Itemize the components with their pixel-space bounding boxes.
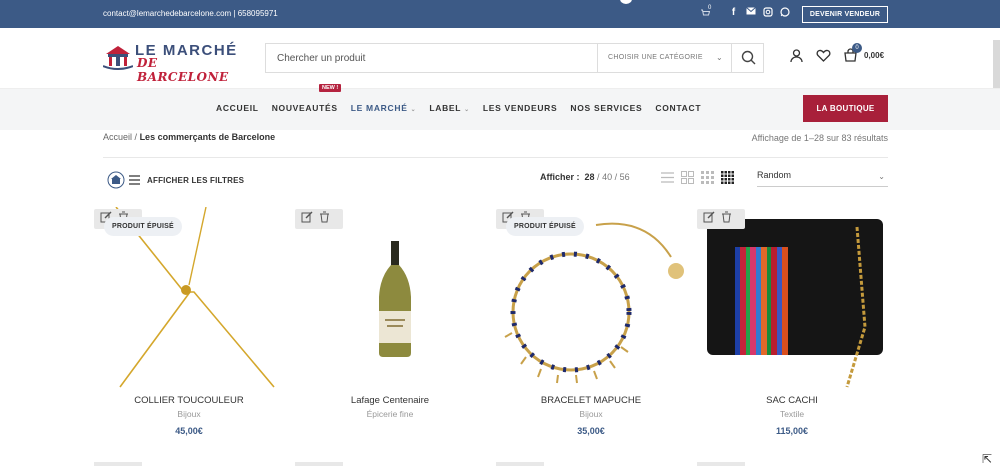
trash-icon[interactable] — [721, 210, 732, 228]
facebook-icon[interactable]: f — [728, 7, 739, 19]
become-vendor-button[interactable]: DEVENIR VENDEUR — [802, 6, 888, 23]
logo-circle-icon — [107, 171, 125, 189]
mouse-cursor-icon: ⇱ — [982, 452, 993, 466]
divider — [103, 157, 888, 158]
instagram-icon[interactable] — [762, 7, 773, 19]
header: LE MARCHÉ DE BARCELONE Chercher un produ… — [0, 28, 1000, 88]
site-logo[interactable]: LE MARCHÉ DE BARCELONE — [103, 42, 243, 84]
breadcrumb-home[interactable]: Accueil — [103, 132, 132, 142]
logo-line2: DE BARCELONE — [137, 56, 229, 84]
category-select[interactable]: CHOISIR UNE CATÉGORIE ⌄ — [597, 44, 731, 72]
chevron-down-icon: ⌄ — [464, 107, 470, 113]
show-filters-button[interactable]: AFFICHER LES FILTRES — [107, 171, 244, 189]
top-indicator — [620, 0, 632, 4]
breadcrumb-separator: / — [134, 132, 138, 142]
product-image[interactable] — [295, 207, 485, 389]
cart-total[interactable]: 0,00€ — [864, 51, 884, 60]
social-links: f — [728, 7, 790, 19]
next-row-edit-tools — [496, 462, 544, 466]
edit-tools — [295, 209, 343, 229]
product-category[interactable]: Épicerie fine — [295, 409, 485, 419]
nav-item-le-marche-label: LE MARCHÉ — [350, 103, 408, 113]
next-row-edit-tools — [697, 462, 745, 466]
out-of-stock-badge: PRODUIT ÉPUISÉ — [104, 217, 182, 236]
cart-count-badge: 0 — [852, 43, 862, 53]
nav-item-les-vendeurs[interactable]: LES VENDEURS — [483, 103, 558, 113]
product-name[interactable]: COLLIER TOUCOULEUR — [94, 395, 284, 406]
product-name[interactable]: BRACELET MAPUCHE — [496, 395, 686, 406]
whatsapp-icon[interactable] — [779, 7, 790, 19]
grid-4-icon[interactable] — [721, 171, 734, 184]
sort-value: Random — [757, 170, 792, 180]
nav-item-label-text: LABEL — [429, 103, 462, 113]
search-icon — [741, 50, 756, 65]
product-price: 35,00€ — [577, 426, 605, 436]
product-image[interactable] — [697, 207, 887, 389]
top-cart-count: 0 — [708, 5, 712, 11]
next-row-edit-tools — [295, 462, 343, 466]
boutique-button[interactable]: LA BOUTIQUE — [803, 95, 888, 122]
cart-icon[interactable]: 0 — [843, 43, 862, 63]
next-row-edit-tools — [94, 462, 142, 466]
grid-2-icon[interactable] — [681, 171, 694, 184]
search-button[interactable] — [731, 44, 764, 72]
per-page-label: Afficher : — [540, 172, 580, 182]
mail-icon[interactable] — [745, 7, 756, 19]
new-badge: NEW ! — [319, 84, 342, 92]
nav-item-accueil[interactable]: ACCUEIL — [216, 103, 259, 113]
category-select-label: CHOISIR UNE CATÉGORIE — [608, 54, 703, 61]
out-of-stock-badge: PRODUIT ÉPUISÉ — [506, 217, 584, 236]
product-card[interactable]: PRODUIT ÉPUISÉ COLLIER TOUCOULEUR Bijoux… — [94, 207, 284, 442]
per-page-option[interactable]: 40 — [602, 172, 612, 182]
nav-item-le-marche[interactable]: LE MARCHÉ ⌄ — [351, 103, 417, 113]
contact-info[interactable]: contact@lemarchedebarcelone.com | 658095… — [103, 9, 278, 18]
chevron-down-icon: ⌄ — [715, 53, 723, 62]
product-card[interactable]: PRODUIT ÉPUISÉ BRACELET MAPUCHE Bijoux 3… — [496, 207, 686, 442]
per-page-option[interactable]: 56 — [620, 172, 630, 182]
per-page-selector: Afficher : 28 / 40 / 56 — [540, 172, 630, 182]
product-name[interactable]: SAC CACHI — [697, 395, 887, 406]
top-cart-icon[interactable]: 0 — [700, 5, 712, 20]
product-card[interactable]: SAC CACHI Textile 115,00€ — [697, 207, 887, 442]
product-price: 45,00€ — [175, 426, 203, 436]
per-page-option[interactable]: 28 — [585, 172, 595, 182]
nav-item-nouveautes[interactable]: NOUVEAUTÉS — [272, 103, 338, 113]
edit-tools — [697, 209, 745, 229]
chevron-down-icon: ⌄ — [410, 107, 417, 113]
product-price: 115,00€ — [775, 426, 809, 436]
user-icon[interactable] — [789, 48, 804, 63]
heart-icon[interactable] — [816, 48, 831, 63]
nav-item-nos-services[interactable]: NOS SERVICES — [570, 103, 642, 113]
product-name[interactable]: Lafage Centenaire — [295, 395, 485, 406]
scrollbar[interactable] — [993, 40, 1000, 90]
product-category[interactable]: Textile — [697, 409, 887, 419]
sort-select[interactable]: Random ⌄ — [757, 170, 888, 187]
breadcrumb: Accueil / Les commerçants de Barcelone — [103, 132, 275, 142]
edit-icon[interactable] — [703, 210, 715, 228]
header-icons: 0 0,00€ — [789, 43, 884, 63]
view-switcher — [661, 171, 734, 184]
product-category[interactable]: Bijoux — [496, 409, 686, 419]
menu-icon — [129, 175, 140, 185]
search-input[interactable]: Chercher un produit — [277, 53, 365, 64]
product-card[interactable]: Lafage Centenaire Épicerie fine — [295, 207, 485, 442]
product-category[interactable]: Bijoux — [94, 409, 284, 419]
nav-item-label[interactable]: LABEL ⌄ — [429, 103, 469, 113]
show-filters-label: AFFICHER LES FILTRES — [147, 175, 245, 185]
chevron-down-icon: ⌄ — [878, 172, 885, 181]
main-nav: ACCUEIL NOUVEAUTÉS LE MARCHÉ ⌄ LABEL ⌄ L… — [0, 84, 1000, 130]
list-view-icon[interactable] — [661, 171, 674, 184]
search-bar: Chercher un produit CHOISIR UNE CATÉGORI… — [265, 43, 764, 73]
results-count: Affichage de 1–28 sur 83 résultats — [751, 133, 888, 143]
trash-icon[interactable] — [319, 210, 330, 228]
breadcrumb-current: Les commerçants de Barcelone — [139, 132, 276, 142]
grid-3-icon[interactable] — [701, 171, 714, 184]
edit-icon[interactable] — [301, 210, 313, 228]
nav-item-contact[interactable]: CONTACT — [655, 103, 701, 113]
top-bar: contact@lemarchedebarcelone.com | 658095… — [0, 0, 1000, 28]
